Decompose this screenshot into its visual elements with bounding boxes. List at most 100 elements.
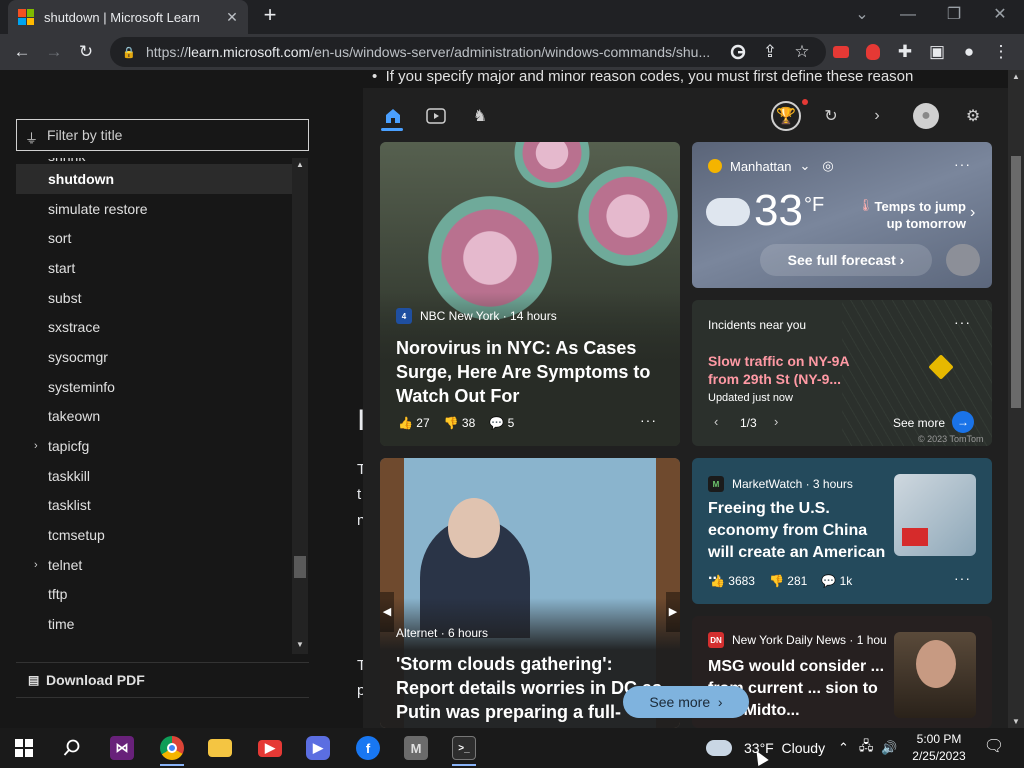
share-icon[interactable]: ⇪: [755, 37, 785, 67]
news-headline[interactable]: Norovirus in NYC: As Cases Surge, Here A…: [396, 336, 666, 408]
scroll-up-arrow-icon[interactable]: ▲: [1008, 72, 1024, 81]
minimize-button[interactable]: —: [888, 4, 928, 28]
network-icon[interactable]: 🖧: [859, 737, 874, 759]
weather-location[interactable]: Manhattan ⌄ ◎: [708, 158, 834, 174]
taskbar-clock[interactable]: 5:00 PM 2/25/2023: [904, 731, 974, 765]
reload-icon[interactable]: ↻: [71, 37, 101, 67]
news-card-norovirus[interactable]: 4 NBC New York · 14 hours Norovirus in N…: [380, 142, 680, 446]
toc-item-telnet[interactable]: › telnet: [16, 550, 292, 580]
google-icon[interactable]: [723, 37, 753, 67]
refresh-icon[interactable]: ↻: [819, 104, 843, 128]
weather-card[interactable]: Manhattan ⌄ ◎ ··· 33 °F 🌡 Temps to jump …: [692, 142, 992, 288]
rewards-icon[interactable]: 🏆: [771, 101, 801, 131]
comment-button[interactable]: 💬 1k: [821, 574, 852, 588]
restore-button[interactable]: ❐: [934, 4, 974, 28]
toc-scroll-thumb[interactable]: [294, 556, 306, 578]
traffic-incident[interactable]: Slow traffic on NY-9A from 29th St (NY-9…: [708, 352, 878, 388]
toc-item-tcmsetup[interactable]: tcmsetup: [16, 520, 292, 550]
next-arrow-icon[interactable]: ›: [774, 414, 778, 429]
toc-item-subst[interactable]: subst: [16, 283, 292, 313]
toc-item-sxstrace[interactable]: sxstrace: [16, 312, 292, 342]
chevron-down-icon[interactable]: ⌄: [799, 158, 810, 174]
volume-icon[interactable]: 🔊: [881, 740, 897, 756]
toc-item-tftp[interactable]: tftp: [16, 580, 292, 610]
traffic-see-more[interactable]: See more: [893, 416, 945, 430]
browser-tab[interactable]: shutdown | Microsoft Learn ✕: [8, 0, 248, 34]
toc-item-sort[interactable]: sort: [16, 223, 292, 253]
new-tab-button[interactable]: +: [258, 4, 282, 28]
download-pdf-link[interactable]: ▤ Download PDF: [16, 662, 309, 698]
chevron-right-icon[interactable]: ›: [34, 440, 38, 452]
dislike-button[interactable]: 👎 281: [769, 574, 807, 588]
scroll-down-arrow-icon[interactable]: ▼: [1008, 717, 1024, 726]
more-options-icon[interactable]: ···: [954, 314, 971, 330]
file-explorer-icon[interactable]: [196, 728, 244, 768]
chevron-up-icon[interactable]: ⌃: [838, 740, 849, 756]
toc-item-shutdown[interactable]: shutdown: [16, 164, 292, 194]
like-button[interactable]: 👍 3683: [710, 574, 755, 588]
see-more-button[interactable]: See more ›: [623, 686, 749, 718]
video-icon[interactable]: [424, 104, 448, 128]
see-full-forecast-button[interactable]: See full forecast ›: [760, 244, 932, 276]
scroll-down-arrow-icon[interactable]: ▼: [292, 640, 308, 654]
tab-search-icon[interactable]: ⌄: [842, 4, 882, 28]
bookmark-star-icon[interactable]: ☆: [787, 37, 817, 67]
scroll-up-arrow-icon[interactable]: ▲: [292, 160, 308, 174]
carousel-prev-icon[interactable]: ◀: [380, 592, 394, 632]
comment-button[interactable]: 💬 5: [489, 416, 514, 430]
extensions-puzzle-icon[interactable]: ✚: [890, 37, 920, 67]
app-hexagon-icon[interactable]: ▶: [294, 728, 342, 768]
taskbar-weather[interactable]: 33°F Cloudy: [706, 728, 825, 768]
globe-icon[interactable]: ◎: [822, 158, 833, 174]
chevron-right-icon[interactable]: ›: [34, 559, 38, 571]
toc-item-taskkill[interactable]: taskkill: [16, 461, 292, 491]
profile-icon[interactable]: ●: [954, 37, 984, 67]
address-bar[interactable]: 🔒 https://learn.microsoft.com/en-us/wind…: [110, 37, 826, 67]
filter-input[interactable]: ⏚ Filter by title: [16, 119, 309, 151]
chevron-right-icon[interactable]: ›: [865, 104, 889, 128]
chevron-right-icon[interactable]: ›: [970, 204, 975, 222]
sidebar-toggle-icon[interactable]: ▣: [922, 37, 952, 67]
carousel-next-icon[interactable]: ▶: [666, 592, 680, 632]
page-scroll-thumb[interactable]: [1011, 156, 1021, 408]
menu-kebab-icon[interactable]: ⋮: [986, 37, 1016, 67]
news-headline[interactable]: Freeing the U.S. economy from China will…: [708, 498, 896, 586]
terminal-icon[interactable]: >_: [440, 728, 488, 768]
notification-icon[interactable]: 🗨: [982, 736, 1006, 760]
more-options-icon[interactable]: ···: [640, 412, 657, 428]
toc-item-tapicfg[interactable]: › tapicfg: [16, 431, 292, 461]
search-icon[interactable]: [48, 728, 96, 768]
profile-avatar-icon[interactable]: ●: [913, 103, 939, 129]
start-button[interactable]: [0, 728, 48, 768]
adblock-extension-icon[interactable]: [858, 37, 888, 67]
toc-item-simulate-restore[interactable]: simulate restore: [16, 194, 292, 224]
home-icon[interactable]: [381, 104, 405, 128]
app-m-icon[interactable]: M: [392, 728, 440, 768]
back-icon[interactable]: ←: [7, 37, 37, 67]
like-button[interactable]: 👍 27: [398, 416, 430, 430]
toc-item-time[interactable]: time: [16, 609, 292, 639]
settings-gear-icon[interactable]: ⚙: [961, 104, 985, 128]
close-tab-icon[interactable]: ✕: [224, 9, 240, 26]
forward-icon[interactable]: →: [39, 37, 69, 67]
more-options-icon[interactable]: ···: [954, 570, 971, 586]
news-card-marketwatch[interactable]: M MarketWatch · 3 hours Freeing the U.S.…: [692, 458, 992, 604]
toc-item-start[interactable]: start: [16, 253, 292, 283]
toc-item-tasklist[interactable]: tasklist: [16, 491, 292, 521]
toc-item-takeown[interactable]: takeown: [16, 402, 292, 432]
chrome-icon[interactable]: [148, 728, 196, 768]
more-options-icon[interactable]: ···: [954, 156, 971, 172]
toc-item-sysocmgr[interactable]: sysocmgr: [16, 342, 292, 372]
youtube-extension-icon[interactable]: [826, 37, 856, 67]
close-window-button[interactable]: ✕: [980, 4, 1020, 28]
visual-studio-icon[interactable]: ⋈: [98, 728, 146, 768]
arrow-right-icon[interactable]: →: [952, 411, 974, 433]
facebook-icon[interactable]: f: [344, 728, 392, 768]
dislike-button[interactable]: 👎 38: [444, 416, 476, 430]
youtube-icon[interactable]: ▶: [246, 728, 294, 768]
toc-scrollbar[interactable]: ▲ ▼: [292, 158, 308, 654]
toc-item-systeminfo[interactable]: systeminfo: [16, 372, 292, 402]
page-scrollbar[interactable]: ▲ ▼: [1008, 70, 1024, 728]
traffic-card[interactable]: Incidents near you ··· Slow traffic on N…: [692, 300, 992, 446]
game-icon[interactable]: ♞: [468, 104, 492, 128]
